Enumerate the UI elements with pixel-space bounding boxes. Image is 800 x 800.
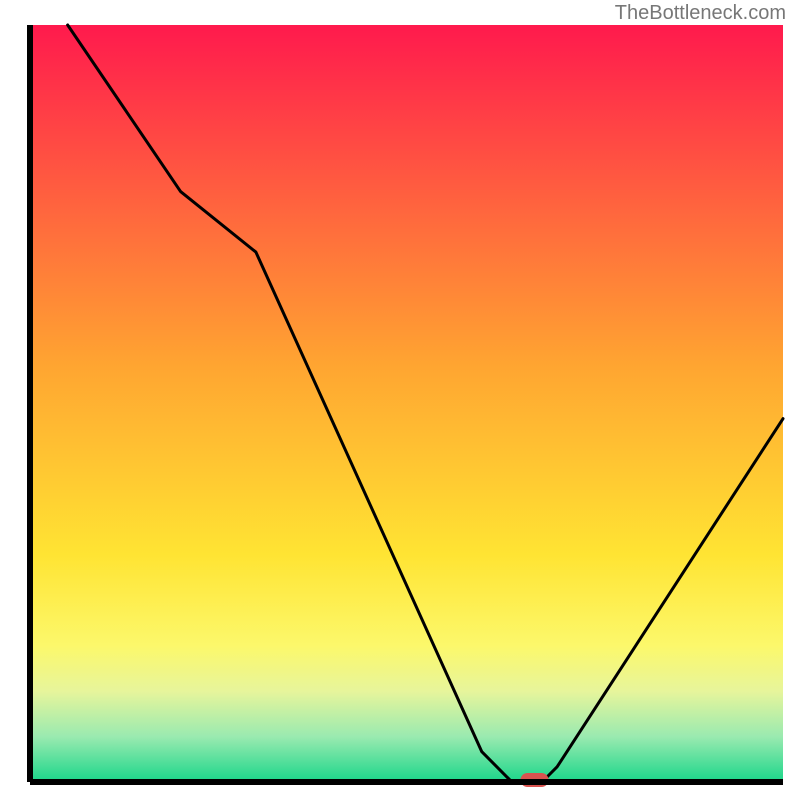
chart-container: TheBottleneck.com <box>0 0 800 800</box>
bottleneck-chart <box>0 0 800 800</box>
watermark-text: TheBottleneck.com <box>615 2 786 25</box>
